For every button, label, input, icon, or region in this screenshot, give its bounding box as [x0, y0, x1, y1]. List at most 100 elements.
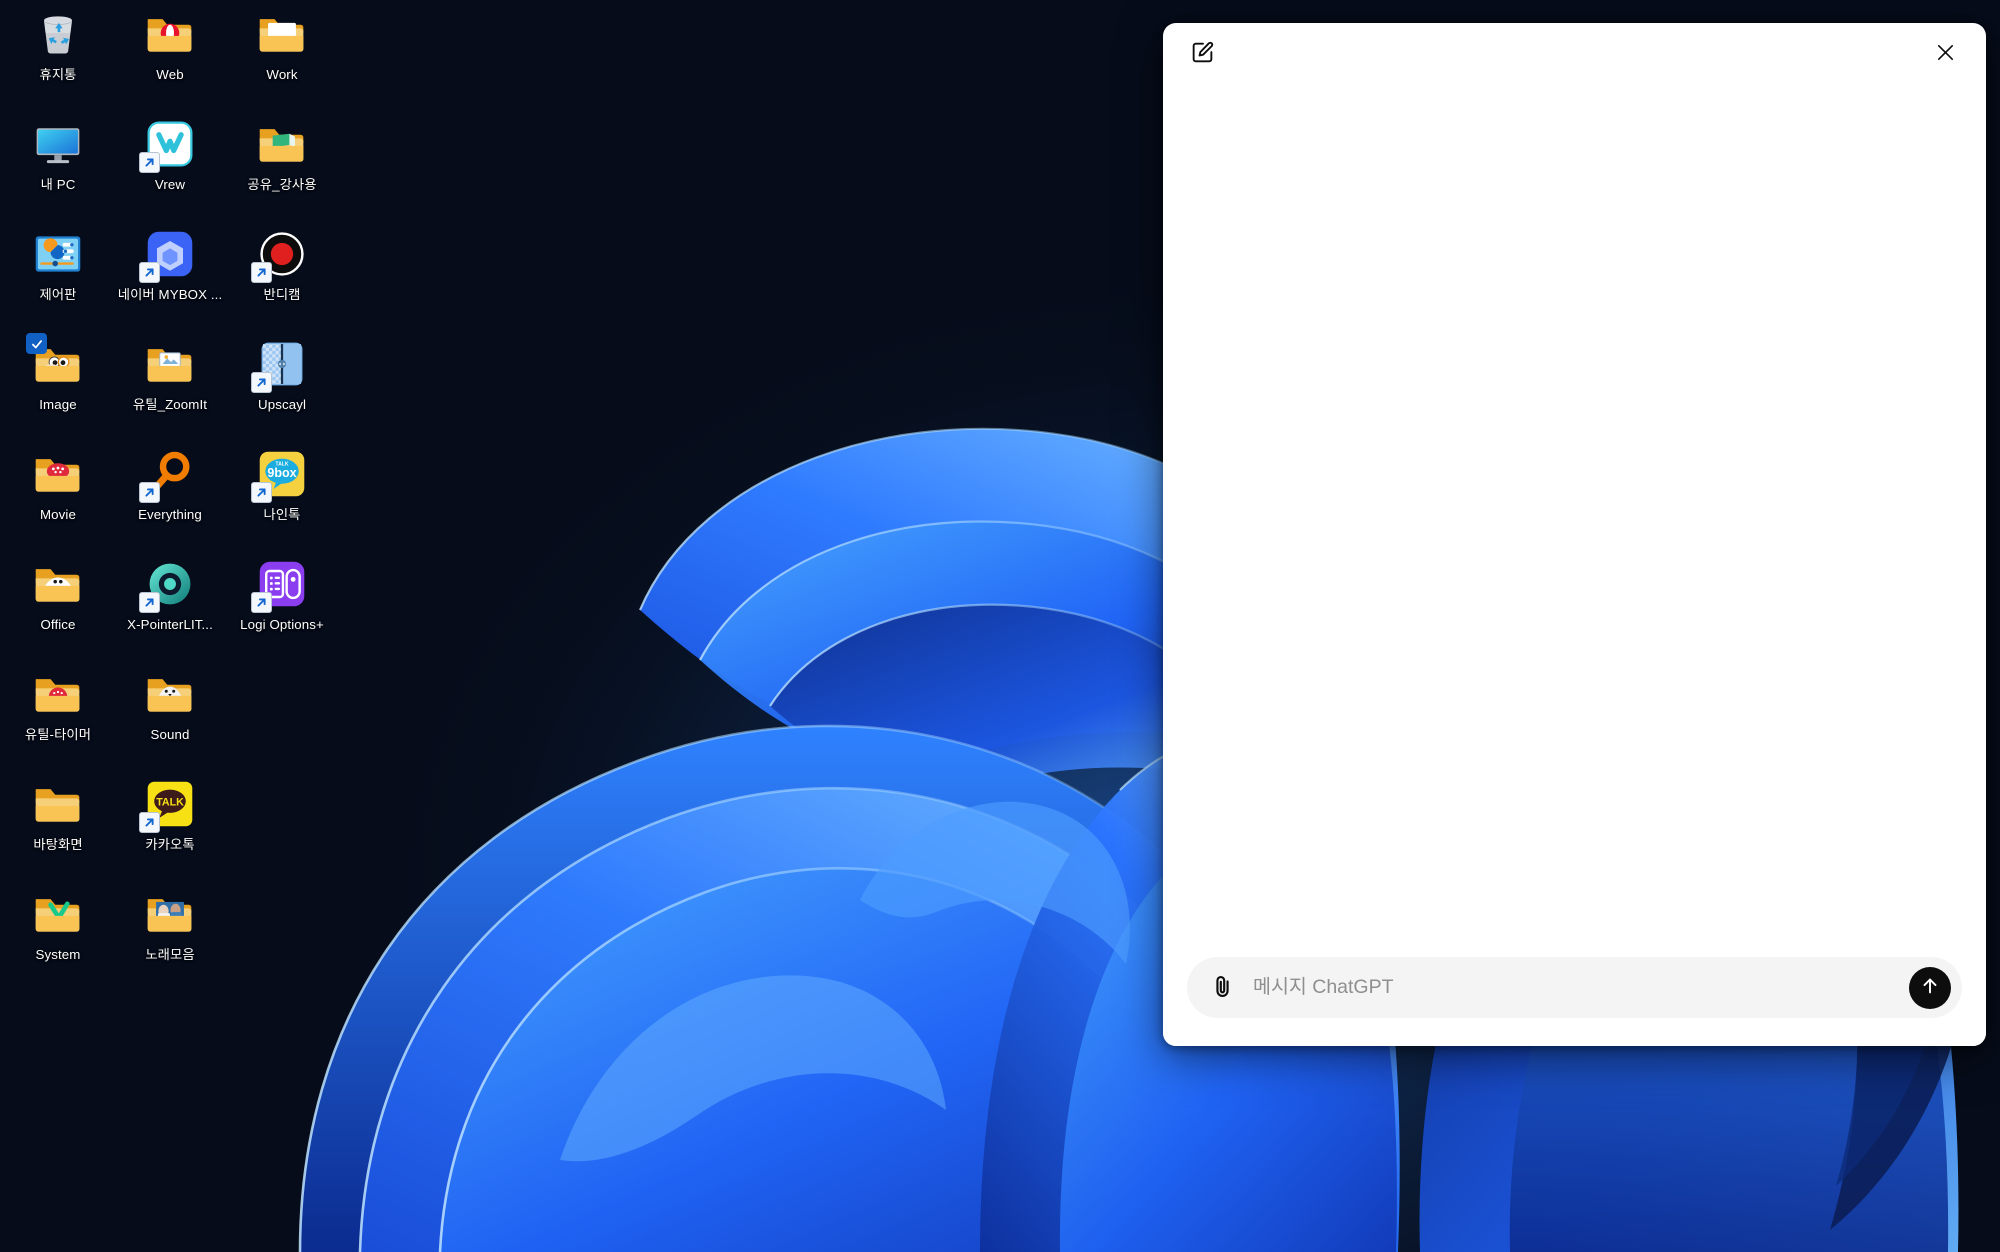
desktop-icon-label: 휴지통	[39, 67, 77, 82]
desktop-icon-label: Sound	[150, 727, 190, 742]
desktop-icon-label: 네이버 MYBOX ...	[117, 287, 223, 302]
desktop-icon-upscayl[interactable]: Upscayl	[226, 334, 338, 444]
shortcut-arrow-icon	[139, 152, 160, 173]
desktop-icon-everything[interactable]: Everything	[114, 444, 226, 554]
folder-opera-icon	[144, 8, 196, 60]
close-window-button[interactable]	[1928, 35, 1962, 69]
desktop-icon-label: 카카오톡	[145, 837, 195, 852]
desktop-icon-label: 제어판	[39, 287, 77, 302]
desktop-icon-label: Movie	[40, 507, 76, 522]
desktop-icon-유틸-타이머[interactable]: 유틸-타이머	[2, 664, 114, 774]
desktop-icon-empty	[226, 774, 338, 884]
folder-doc-icon	[256, 8, 308, 60]
desktop-icon-vrew[interactable]: Vrew	[114, 114, 226, 224]
desktop-icon-네이버-mybox[interactable]: 네이버 MYBOX ...	[114, 224, 226, 334]
desktop-icon-image[interactable]: Image	[2, 333, 114, 444]
desktop-icon-work[interactable]: Work	[226, 4, 338, 114]
desktop-icon-web[interactable]: Web	[114, 4, 226, 114]
desktop-icon-바탕화면[interactable]: 바탕화면	[2, 774, 114, 884]
desktop-icon-movie[interactable]: Movie	[2, 444, 114, 554]
compose-icon	[1190, 40, 1215, 65]
desktop-icon-label: 반디캠	[263, 287, 301, 302]
chatgpt-conversation-area[interactable]	[1163, 81, 1986, 945]
recycle-bin-icon	[32, 8, 84, 60]
folder-share-icon	[256, 118, 308, 170]
shortcut-arrow-icon	[139, 482, 160, 503]
desktop-icon-label: Logi Options+	[240, 617, 324, 632]
desktop-icon-sound[interactable]: Sound	[114, 664, 226, 774]
shortcut-arrow-icon	[139, 812, 160, 833]
desktop-icon-label: Upscayl	[258, 397, 306, 412]
ninetalk-icon: TALK 9box	[251, 448, 308, 503]
desktop-icon-empty	[226, 664, 338, 774]
naver-mybox-icon	[139, 228, 196, 283]
message-input[interactable]	[1253, 957, 1895, 1018]
chatgpt-composer[interactable]	[1187, 957, 1962, 1018]
desktop-icon-노래모음[interactable]: 노래모음	[114, 884, 226, 994]
desktop-icon-empty	[226, 884, 338, 994]
chatgpt-window[interactable]	[1163, 23, 1986, 1046]
arrow-up-icon	[1919, 975, 1941, 1000]
shortcut-arrow-icon	[251, 482, 272, 503]
desktop-icon-system[interactable]: System	[2, 884, 114, 994]
desktop-icon-label: 공유_강사용	[247, 177, 317, 192]
desktop-icon-label: System	[35, 947, 81, 962]
desktop-icon-label: Vrew	[154, 177, 186, 192]
vrew-icon	[139, 118, 196, 173]
desktop-icon-x-pointerlit[interactable]: X-PointerLIT...	[114, 554, 226, 664]
kakaotalk-icon: TALK	[139, 778, 196, 833]
folder-sound-icon	[144, 668, 196, 720]
desktop-icon-label: 유틸_ZoomIt	[132, 397, 208, 412]
upscayl-icon	[251, 338, 308, 393]
new-chat-button[interactable]	[1185, 35, 1219, 69]
send-message-button[interactable]	[1909, 966, 1951, 1009]
desktop-icon-label: 바탕화면	[33, 837, 83, 852]
desktop-icon-label: 내 PC	[40, 177, 76, 192]
desktop-icon-유틸-zoomit[interactable]: 유틸_ZoomIt	[114, 334, 226, 444]
desktop-icon-label: Work	[266, 67, 298, 82]
desktop-icon-내-pc[interactable]: 내 PC	[2, 114, 114, 224]
desktop-icon-grid: 휴지통 Web Work 내 PC Vrew 공유_강사용제어판 네이버 MYBOX ...…	[0, 0, 324, 1252]
desktop-icon-label: 노래모음	[145, 947, 195, 962]
chatgpt-composer-area	[1163, 945, 1986, 1046]
this-pc-icon	[32, 118, 84, 170]
folder-timer-icon	[32, 668, 84, 720]
desktop-icon-label: X-PointerLIT...	[127, 617, 213, 632]
desktop-icon-label: 나인톡	[263, 507, 301, 522]
desktop-icon-logi-options[interactable]: Logi Options+	[226, 554, 338, 664]
shortcut-arrow-icon	[251, 372, 272, 393]
desktop-icon-카카오톡[interactable]: TALK 카카오톡	[114, 774, 226, 884]
control-panel-icon	[32, 228, 84, 280]
bandicam-icon	[251, 228, 308, 283]
desktop-icon-label: Everything	[138, 507, 202, 522]
desktop-icon-label: 유틸-타이머	[24, 727, 92, 742]
folder-image-icon	[26, 333, 84, 390]
checkmark-badge-icon	[26, 333, 47, 354]
everything-icon	[139, 448, 196, 503]
folder-zoomit-icon	[144, 338, 196, 390]
desktop-icon-반디캠[interactable]: 반디캠	[226, 224, 338, 334]
desktop-icon-공유-강사용[interactable]: 공유_강사용	[226, 114, 338, 224]
close-icon	[1934, 41, 1957, 64]
paperclip-icon	[1209, 973, 1236, 1003]
desktop-icon-나인톡[interactable]: TALK 9box 나인톡	[226, 444, 338, 554]
desktop-icon-label: Image	[39, 397, 77, 412]
svg-text:9box: 9box	[267, 466, 296, 480]
desktop-icon-휴지통[interactable]: 휴지통	[2, 4, 114, 114]
folder-photos-icon	[144, 888, 196, 940]
logi-options-icon	[251, 558, 308, 613]
folder-system-icon	[32, 888, 84, 940]
chatgpt-titlebar	[1163, 23, 1986, 81]
folder-office-icon	[32, 558, 84, 610]
desktop-icon-label: Office	[40, 617, 76, 632]
folder-movie-icon	[32, 448, 84, 500]
desktop-icon-제어판[interactable]: 제어판	[2, 224, 114, 334]
svg-text:TALK: TALK	[156, 796, 184, 808]
desktop-icon-office[interactable]: Office	[2, 554, 114, 664]
x-pointer-icon	[139, 558, 196, 613]
shortcut-arrow-icon	[139, 262, 160, 283]
shortcut-arrow-icon	[251, 592, 272, 613]
folder-plain-icon	[32, 778, 84, 830]
attach-file-button[interactable]	[1205, 971, 1239, 1005]
shortcut-arrow-icon	[139, 592, 160, 613]
